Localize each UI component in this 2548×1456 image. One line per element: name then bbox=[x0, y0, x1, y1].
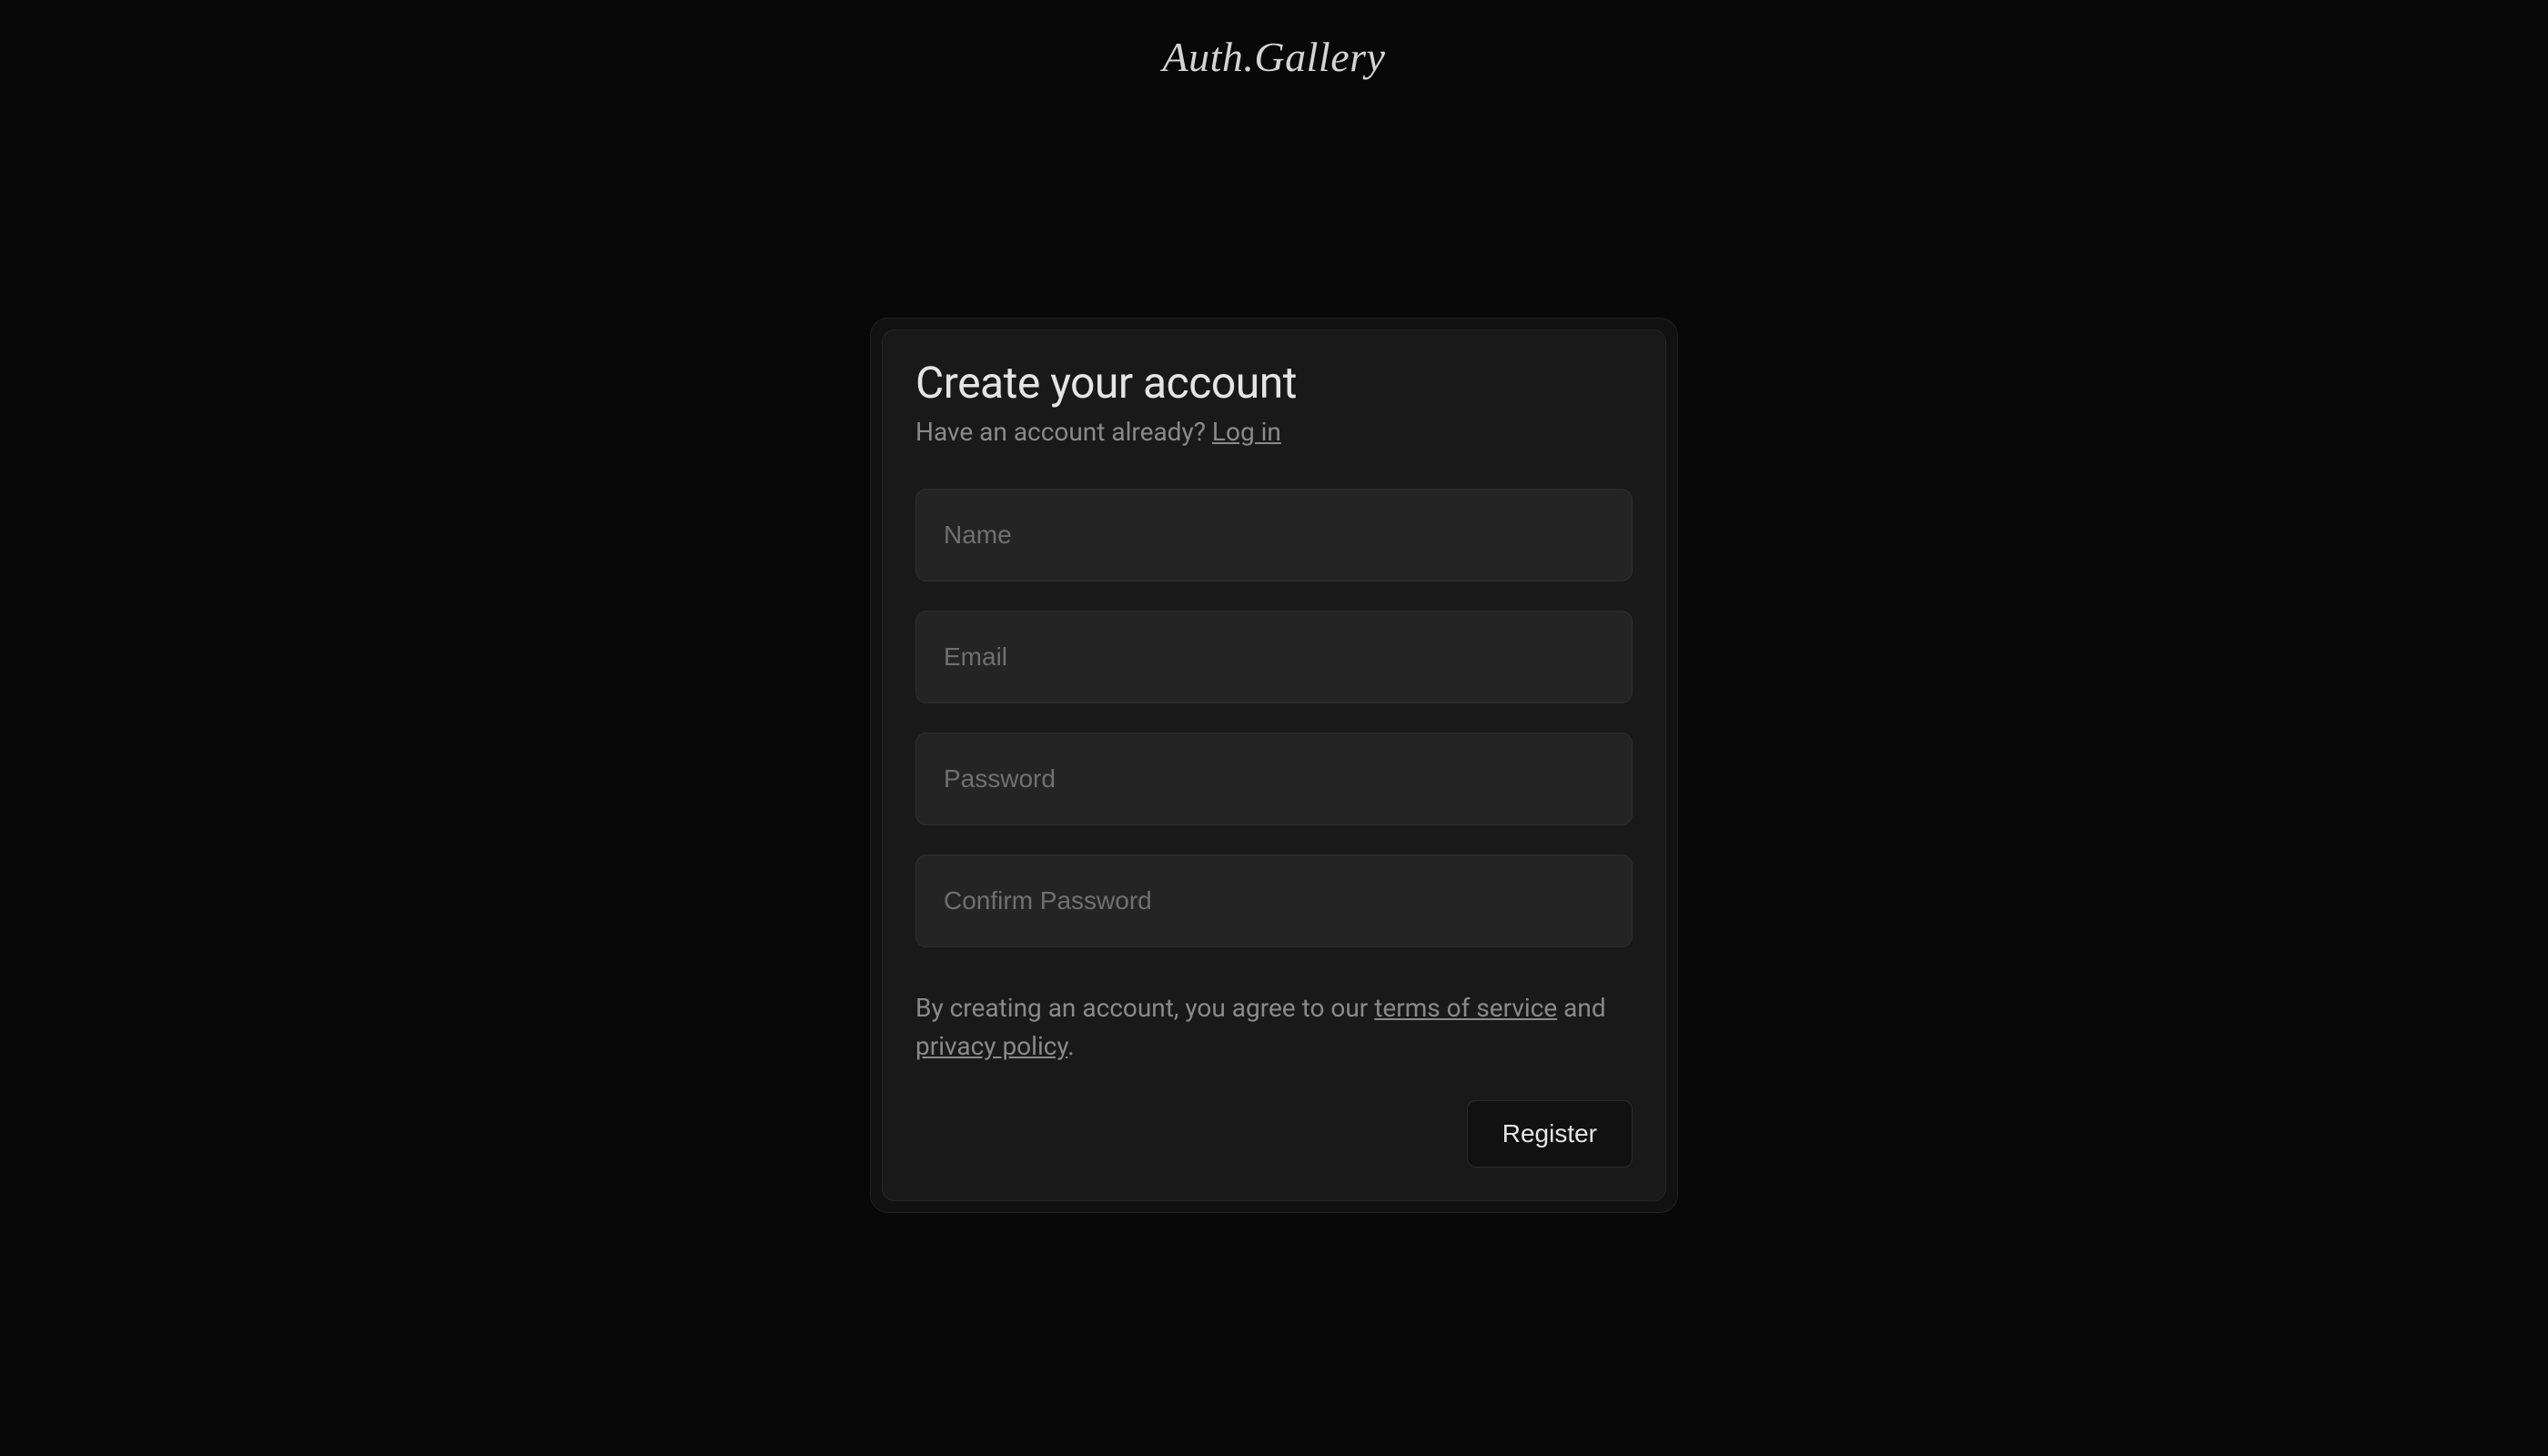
register-button[interactable]: Register bbox=[1467, 1100, 1633, 1168]
email-input[interactable] bbox=[915, 611, 1633, 703]
agreement-middle: and bbox=[1557, 993, 1605, 1023]
name-input[interactable] bbox=[915, 489, 1633, 581]
card-subtitle: Have an account already? Log in bbox=[915, 417, 1633, 447]
brand-title: Auth.Gallery bbox=[1163, 33, 1386, 81]
card-title: Create your account bbox=[915, 359, 1633, 408]
form-fields bbox=[915, 489, 1633, 947]
agreement-text: By creating an account, you agree to our… bbox=[915, 989, 1633, 1066]
subtitle-prefix: Have an account already? bbox=[915, 417, 1212, 447]
login-link[interactable]: Log in bbox=[1212, 417, 1281, 447]
agreement-prefix: By creating an account, you agree to our bbox=[915, 993, 1374, 1023]
signup-card-inner: Create your account Have an account alre… bbox=[882, 329, 1666, 1201]
terms-link[interactable]: terms of service bbox=[1374, 993, 1557, 1023]
signup-card-outer: Create your account Have an account alre… bbox=[870, 318, 1678, 1213]
page-container: Auth.Gallery Create your account Have an… bbox=[0, 0, 2548, 1456]
privacy-link[interactable]: privacy policy bbox=[915, 1031, 1067, 1061]
agreement-suffix: . bbox=[1067, 1031, 1074, 1061]
password-input[interactable] bbox=[915, 733, 1633, 825]
button-row: Register bbox=[915, 1100, 1633, 1168]
confirm-password-input[interactable] bbox=[915, 854, 1633, 947]
